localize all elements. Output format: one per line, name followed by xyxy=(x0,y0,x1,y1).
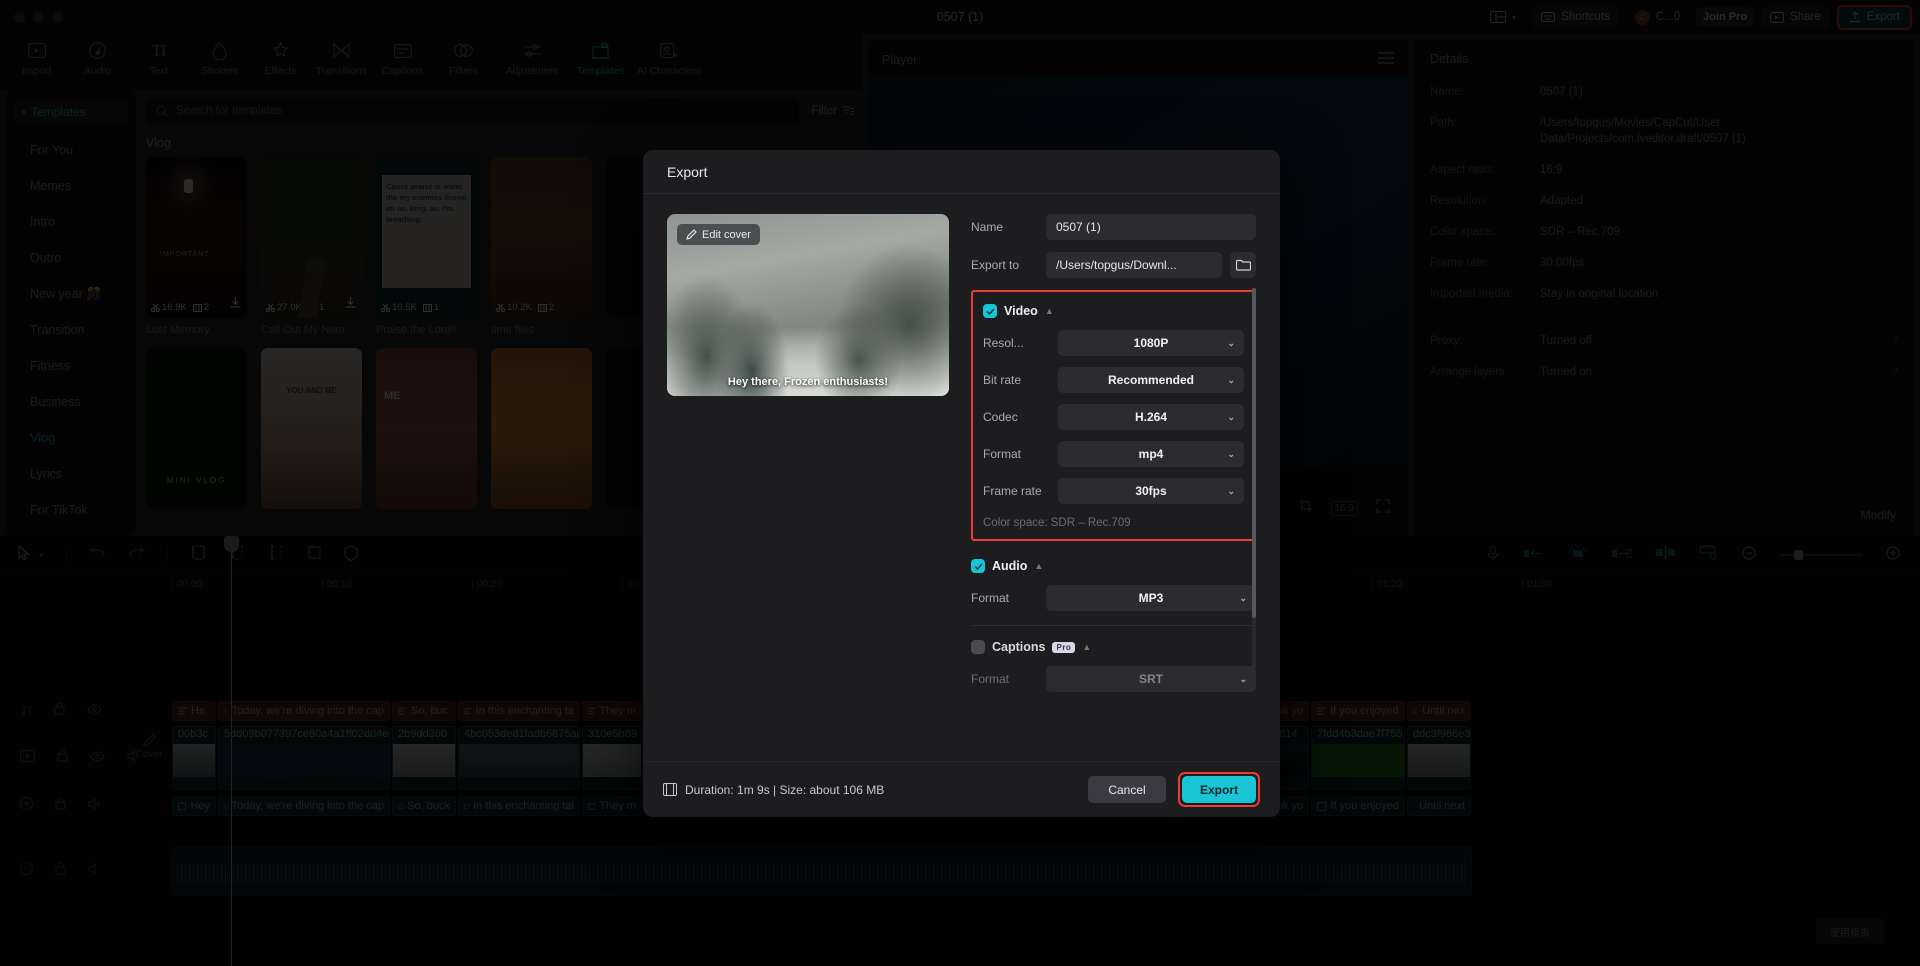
export-to-label: Export to xyxy=(971,258,1046,272)
video-checkbox[interactable] xyxy=(983,304,997,318)
captions-group-title: Captions xyxy=(992,640,1045,654)
framerate-select[interactable]: 30fps ⌄ xyxy=(1058,478,1244,504)
framerate-label: Frame rate xyxy=(983,484,1058,498)
resolution-label: Resol... xyxy=(983,336,1058,350)
cover-caption: Hey there, Frozen enthusiasts! xyxy=(667,376,949,388)
codec-value: H.264 xyxy=(1135,410,1167,424)
export-to-row: Export to /Users/topgus/Downl... xyxy=(971,252,1256,278)
divider xyxy=(971,625,1256,626)
chevron-down-icon: ⌄ xyxy=(1227,412,1235,423)
name-value: 0507 (1) xyxy=(1056,220,1101,234)
chevron-down-icon: ⌄ xyxy=(1239,674,1247,685)
duration-info: Duration: 1m 9s | Size: about 106 MB xyxy=(663,783,884,797)
duration-text: Duration: 1m 9s | Size: about 106 MB xyxy=(685,783,884,797)
audio-checkbox[interactable] xyxy=(971,559,985,573)
chevron-up-icon[interactable]: ▲ xyxy=(1034,562,1043,571)
cover-preview[interactable]: Edit cover Hey there, Frozen enthusiasts… xyxy=(667,214,949,396)
chevron-down-icon: ⌄ xyxy=(1227,449,1235,460)
export-button-highlight: Export xyxy=(1178,772,1260,807)
resolution-row: Resol... 1080P ⌄ xyxy=(983,330,1244,356)
codec-row: Codec H.264 ⌄ xyxy=(983,404,1244,430)
export-to-input[interactable]: /Users/topgus/Downl... xyxy=(1046,252,1222,278)
captions-group-header: Captions Pro ▲ xyxy=(971,640,1256,654)
video-group-title: Video xyxy=(1004,304,1038,318)
format-value: mp4 xyxy=(1139,447,1164,461)
chevron-down-icon: ⌄ xyxy=(1239,593,1247,604)
captions-format-row: Format SRT ⌄ xyxy=(971,666,1256,692)
resolution-value: 1080P xyxy=(1134,336,1169,350)
video-settings-group: Video ▲ Resol... 1080P ⌄ Bit rate Recomme… xyxy=(971,290,1256,541)
name-row: Name 0507 (1) xyxy=(971,214,1256,240)
chevron-up-icon[interactable]: ▲ xyxy=(1082,643,1091,652)
chevron-down-icon: ⌄ xyxy=(1227,375,1235,386)
export-dialog-body: Edit cover Hey there, Frozen enthusiasts… xyxy=(643,194,1280,761)
chevron-down-icon: ⌄ xyxy=(1227,338,1235,349)
export-dialog-footer: Duration: 1m 9s | Size: about 106 MB Can… xyxy=(643,761,1280,817)
export-dialog: Export Edit cover Hey there, Frozen enth… xyxy=(643,150,1280,817)
format-select[interactable]: mp4 ⌄ xyxy=(1058,441,1244,467)
export-dialog-title: Export xyxy=(643,150,1280,194)
captions-settings-group: Captions Pro ▲ Format SRT ⌄ xyxy=(971,640,1256,692)
format-label: Format xyxy=(983,447,1058,461)
edit-cover-button[interactable]: Edit cover xyxy=(677,224,760,245)
audio-format-select[interactable]: MP3 ⌄ xyxy=(1046,585,1256,611)
format-row: Format mp4 ⌄ xyxy=(983,441,1244,467)
captions-checkbox[interactable] xyxy=(971,640,985,654)
bitrate-value: Recommended xyxy=(1108,373,1194,387)
audio-format-value: MP3 xyxy=(1139,591,1164,605)
audio-format-label: Format xyxy=(971,591,1046,605)
chevron-up-icon[interactable]: ▲ xyxy=(1045,307,1054,316)
edit-cover-label: Edit cover xyxy=(702,229,751,241)
chevron-down-icon: ⌄ xyxy=(1227,486,1235,497)
name-input[interactable]: 0507 (1) xyxy=(1046,214,1256,240)
dialog-scrollbar[interactable] xyxy=(1252,288,1256,668)
resolution-select[interactable]: 1080P ⌄ xyxy=(1058,330,1244,356)
audio-group-header: Audio ▲ xyxy=(971,559,1256,573)
captions-format-select[interactable]: SRT ⌄ xyxy=(1046,666,1256,692)
pro-badge: Pro xyxy=(1052,642,1075,653)
cancel-button[interactable]: Cancel xyxy=(1088,776,1166,803)
captions-format-value: SRT xyxy=(1139,672,1163,686)
dialog-scrollbar-thumb[interactable] xyxy=(1252,288,1256,618)
video-group-header: Video ▲ xyxy=(983,304,1244,318)
codec-select[interactable]: H.264 ⌄ xyxy=(1058,404,1244,430)
export-to-value: /Users/topgus/Downl... xyxy=(1056,258,1177,272)
capcut-editor-window: 0507 (1) ▾ Shortcuts C C...0 Join Pro xyxy=(0,0,1920,966)
bitrate-select[interactable]: Recommended ⌄ xyxy=(1058,367,1244,393)
bitrate-label: Bit rate xyxy=(983,373,1058,387)
film-icon xyxy=(663,783,677,796)
framerate-row: Frame rate 30fps ⌄ xyxy=(983,478,1244,504)
export-button[interactable]: Export xyxy=(1182,776,1256,803)
bitrate-row: Bit rate Recommended ⌄ xyxy=(983,367,1244,393)
audio-format-row: Format MP3 ⌄ xyxy=(971,585,1256,611)
framerate-value: 30fps xyxy=(1135,484,1166,498)
cover-column: Edit cover Hey there, Frozen enthusiasts… xyxy=(667,214,949,761)
export-form: Name 0507 (1) Export to /Users/topgus/Do… xyxy=(949,214,1256,761)
folder-icon[interactable] xyxy=(1230,252,1256,278)
audio-settings-group: Audio ▲ Format MP3 ⌄ xyxy=(971,559,1256,611)
colorspace-text: Color space: SDR – Rec.709 xyxy=(983,515,1244,529)
audio-group-title: Audio xyxy=(992,559,1027,573)
codec-label: Codec xyxy=(983,410,1058,424)
captions-format-label: Format xyxy=(971,672,1046,686)
name-label: Name xyxy=(971,220,1046,234)
pencil-icon xyxy=(686,229,697,240)
